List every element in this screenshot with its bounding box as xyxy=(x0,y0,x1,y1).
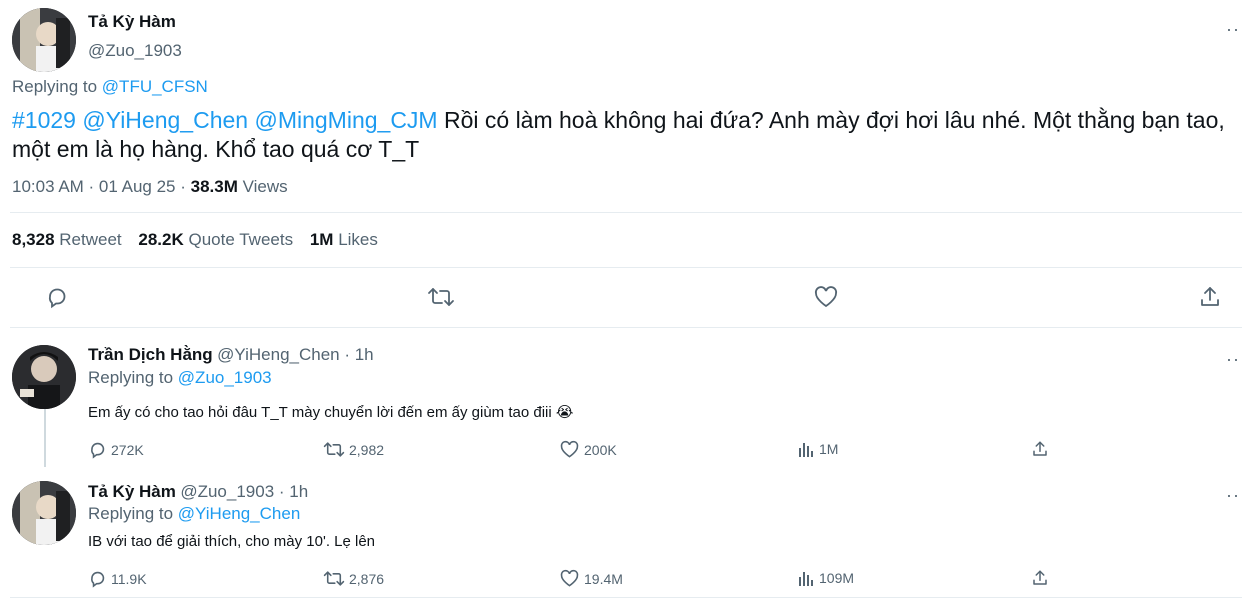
retweets-count: 8,328 xyxy=(12,230,55,249)
views-label: Views xyxy=(237,177,288,196)
mention-link[interactable]: @YiHeng_Chen xyxy=(82,107,248,133)
more-options-icon[interactable]: ·· xyxy=(1226,486,1240,504)
quotes-count: 28.2K xyxy=(138,230,184,249)
replying-to-link[interactable]: @YiHeng_Chen xyxy=(178,504,300,523)
reply-icon[interactable] xyxy=(45,285,69,309)
share-icon[interactable] xyxy=(1198,285,1222,309)
more-options-icon[interactable]: ·· xyxy=(1226,350,1240,368)
reply-count: 11.9K xyxy=(111,570,147,587)
replying-to: Replying to @TFU_CFSN xyxy=(12,77,208,97)
likes-label: Likes xyxy=(338,230,378,249)
retweet-count: 2,876 xyxy=(349,570,385,587)
views-count: 38.3M xyxy=(190,177,238,196)
reply-text: Em ấy có cho tao hỏi đâu T_T mày chuyển … xyxy=(88,404,574,421)
retweet-icon[interactable] xyxy=(427,285,455,309)
replying-to-link[interactable]: @TFU_CFSN xyxy=(102,77,208,96)
like-icon xyxy=(559,569,580,588)
reply-button[interactable]: 272K xyxy=(88,440,144,459)
bar-chart-icon xyxy=(797,569,815,587)
retweets-label: Retweet xyxy=(59,230,122,249)
like-button[interactable]: 19.4M xyxy=(559,569,623,588)
replying-to-link[interactable]: @Zuo_1903 xyxy=(178,368,272,387)
like-count: 200K xyxy=(584,441,617,458)
likes-stat[interactable]: 1M Likes xyxy=(310,230,378,249)
author-name[interactable]: Tả Kỳ Hàm xyxy=(88,482,176,501)
engagement-stats: 8,328 Retweet 28.2K Quote Tweets 1M Like… xyxy=(12,230,378,250)
divider xyxy=(10,212,1242,213)
divider xyxy=(10,327,1242,328)
views-button[interactable]: 1M xyxy=(797,440,838,458)
bar-chart-icon xyxy=(797,440,815,458)
like-count: 19.4M xyxy=(584,570,623,587)
divider xyxy=(10,597,1242,598)
like-button[interactable]: 200K xyxy=(559,440,617,459)
tweet-text-line: Rồi có làm hoà không hai đứa? Anh mày đợ… xyxy=(437,107,1225,133)
replying-label: Replying to xyxy=(88,368,174,387)
retweets-stat[interactable]: 8,328 Retweet xyxy=(12,230,122,249)
tweet-text-line: một em là họ hàng. Khổ tao quá cơ T_T xyxy=(12,136,420,162)
avatar[interactable] xyxy=(12,481,76,545)
share-icon[interactable] xyxy=(1031,440,1049,458)
tweet-meta: 10:03 AM · 01 Aug 25 · 38.3M Views xyxy=(12,177,288,197)
reply-icon xyxy=(88,569,107,588)
author-name[interactable]: Trần Dịch Hằng xyxy=(88,345,213,364)
reply-header: Tả Kỳ Hàm @Zuo_1903 · 1h xyxy=(88,482,308,502)
author-handle[interactable]: @YiHeng_Chen · 1h xyxy=(217,345,374,364)
divider xyxy=(10,267,1242,268)
author-name[interactable]: Tả Kỳ Hàm xyxy=(88,12,176,32)
avatar[interactable] xyxy=(12,345,76,409)
thread-line xyxy=(44,409,46,467)
retweet-button[interactable]: 2,982 xyxy=(323,440,384,459)
like-icon xyxy=(559,440,580,459)
reply-button[interactable]: 11.9K xyxy=(88,569,147,588)
reply-text: IB với tao để giải thích, cho mày 10'. L… xyxy=(88,533,376,550)
reply-count: 272K xyxy=(111,441,144,458)
avatar[interactable] xyxy=(12,8,76,72)
replying-label: Replying to xyxy=(12,77,98,96)
timestamp[interactable]: 10:03 AM · 01 Aug 25 · xyxy=(12,177,191,196)
retweet-icon xyxy=(323,440,345,459)
mention-link[interactable]: @MingMing_CJM xyxy=(254,107,437,133)
retweet-count: 2,982 xyxy=(349,441,385,458)
share-icon[interactable] xyxy=(1031,569,1049,587)
replying-label: Replying to xyxy=(88,504,174,523)
likes-count: 1M xyxy=(309,230,334,249)
views-count: 109M xyxy=(819,570,855,586)
views-count: 1M xyxy=(819,441,839,457)
reply-header: Trần Dịch Hằng @YiHeng_Chen · 1h xyxy=(88,345,374,365)
quotes-stat[interactable]: 28.2K Quote Tweets xyxy=(138,230,293,249)
replying-to: Replying to @Zuo_1903 xyxy=(88,368,272,388)
like-icon[interactable] xyxy=(813,285,839,309)
more-options-icon[interactable]: ·· xyxy=(1226,20,1240,38)
replying-to: Replying to @YiHeng_Chen xyxy=(88,504,300,524)
author-handle[interactable]: @Zuo_1903 · 1h xyxy=(180,482,308,501)
views-button[interactable]: 109M xyxy=(797,569,854,587)
tweet-text: #1029 @YiHeng_Chen @MingMing_CJM Rồi có … xyxy=(12,106,1225,164)
retweet-button[interactable]: 2,876 xyxy=(323,569,384,588)
retweet-icon xyxy=(323,569,345,588)
hashtag-link[interactable]: #1029 xyxy=(12,107,76,133)
reply-icon xyxy=(88,440,107,459)
author-handle[interactable]: @Zuo_1903 xyxy=(88,41,182,61)
quotes-label: Quote Tweets xyxy=(188,230,294,249)
